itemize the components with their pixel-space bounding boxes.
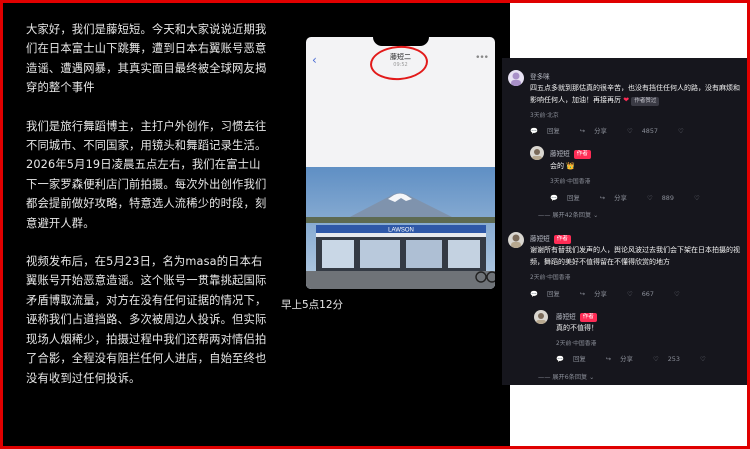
red-frame-border	[0, 0, 750, 449]
